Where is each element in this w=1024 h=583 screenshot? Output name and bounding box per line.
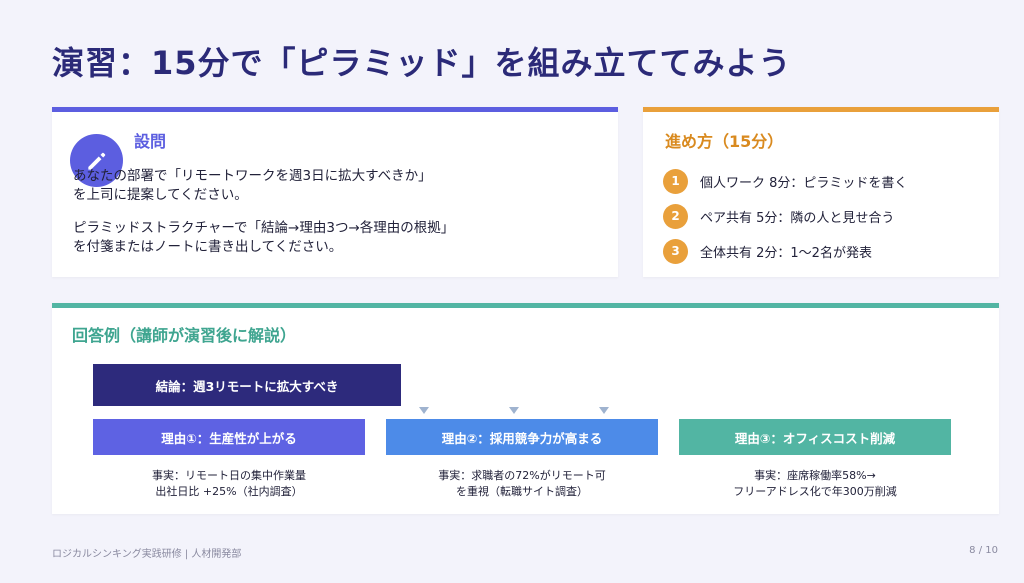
fact-text-2: 事実：求職者の72%がリモート可 を重視（転職サイト調査） — [438, 469, 606, 498]
fact-text-1: 事実：リモート日の集中作業量 出社日比 +25%（社内調査） — [152, 469, 306, 498]
conclusion-box: 結論：週3リモートに拡大すべき — [93, 364, 401, 406]
reason-box-3: 理由③：オフィスコスト削減 — [679, 419, 951, 455]
footer-label: ロジカルシンキング実践研修 | 人材開発部 — [52, 549, 242, 560]
step-item-3: 3 全体共有 2分：1〜2名が発表 — [663, 238, 872, 264]
step-number: 3 — [663, 238, 688, 264]
reason-box-1: 理由①：生産性が上がる — [93, 419, 365, 455]
step-text: 個人ワーク 8分：ピラミッドを書く — [700, 175, 908, 191]
question-body: あなたの部署で「リモートワークを週3日に拡大すべきか」 を上司に提案してください… — [73, 167, 603, 257]
down-arrow-icon — [599, 407, 609, 414]
step-text: ペア共有 5分：隣の人と見せ合う — [700, 210, 895, 226]
answer-heading: 回答例（講師が演習後に解説） — [72, 326, 297, 345]
step-text: 全体共有 2分：1〜2名が発表 — [700, 245, 872, 261]
down-arrow-icon — [419, 407, 429, 414]
step-item-2: 2 ペア共有 5分：隣の人と見せ合う — [663, 203, 894, 229]
page-title: 演習：15分で「ピラミッド」を組み立ててみよう — [52, 44, 792, 82]
steps-heading: 進め方（15分） — [665, 132, 784, 151]
steps-card: 進め方（15分） 1 個人ワーク 8分：ピラミッドを書く 2 ペア共有 5分：隣… — [643, 107, 999, 277]
page-number: 8 / 10 — [969, 545, 998, 556]
answer-card: 回答例（講師が演習後に解説） 結論：週3リモートに拡大すべき 理由①：生産性が上… — [52, 303, 999, 514]
question-heading: 設問 — [134, 132, 167, 151]
reason-box-2: 理由②：採用競争力が高まる — [386, 419, 658, 455]
down-arrow-icon — [509, 407, 519, 414]
fact-text-3: 事実：座席稼働率58%→ フリーアドレス化で年300万削減 — [733, 469, 897, 498]
step-number: 2 — [663, 203, 688, 229]
question-paragraph-1: あなたの部署で「リモートワークを週3日に拡大すべきか」 を上司に提案してください… — [73, 168, 432, 203]
step-item-1: 1 個人ワーク 8分：ピラミッドを書く — [663, 168, 907, 194]
step-number: 1 — [663, 168, 688, 194]
question-card: 設問 あなたの部署で「リモートワークを週3日に拡大すべきか」 を上司に提案してく… — [52, 107, 618, 277]
question-paragraph-2: ピラミッドストラクチャーで「結論→理由3つ→各理由の根拠」 を付箋またはノートに… — [73, 220, 455, 255]
